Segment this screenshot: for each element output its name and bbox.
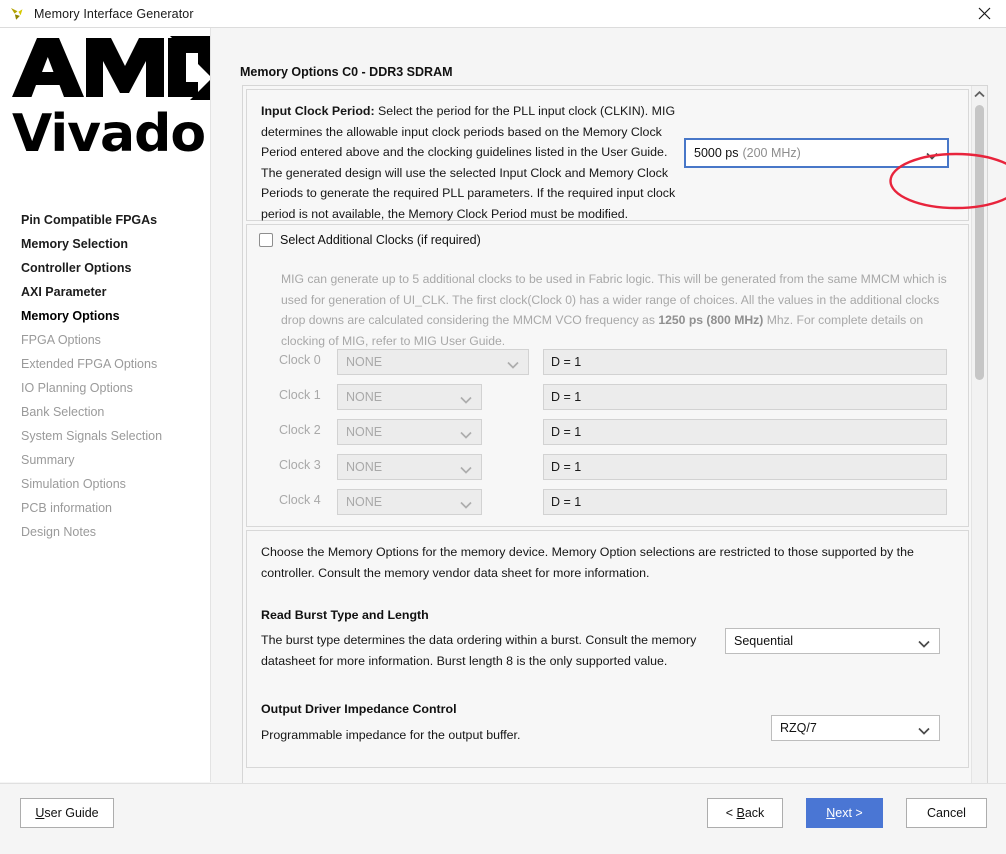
clock-3-dropdown: NONE <box>337 454 482 480</box>
clock-2-divider-field: D = 1 <box>543 419 947 445</box>
clock-4-label: Clock 4 <box>279 493 321 507</box>
sidebar-item-bank-selection: Bank Selection <box>21 405 105 419</box>
clock-0-value: NONE <box>346 355 383 369</box>
clock-1-dropdown: NONE <box>337 384 482 410</box>
read-burst-heading: Read Burst Type and Length <box>261 608 429 622</box>
clock-row-4: Clock 4 NONE D = 1 <box>247 489 968 515</box>
memory-options-intro: Choose the Memory Options for the memory… <box>261 545 914 580</box>
read-burst-type-value: Sequential <box>734 634 794 648</box>
sidebar-item-extended-fpga-options: Extended FPGA Options <box>21 357 158 371</box>
output-driver-impedance-value: RZQ/7 <box>780 721 817 735</box>
input-clock-period-dropdown[interactable]: 5000 ps (200 MHz) <box>684 138 949 168</box>
options-scroll-pane: Input Clock Period: Select the period fo… <box>242 85 988 798</box>
additional-clocks-group: Select Additional Clocks (if required) M… <box>246 224 969 527</box>
back-button[interactable]: < Back <box>707 798 783 828</box>
clock-3-label: Clock 3 <box>279 458 321 472</box>
sidebar-item-io-planning-options: IO Planning Options <box>21 381 133 395</box>
memory-options-group: Choose the Memory Options for the memory… <box>246 530 969 768</box>
clock-3-divider-field: D = 1 <box>543 454 947 480</box>
options-panel-column: Input Clock Period: Select the period fo… <box>243 86 972 768</box>
cancel-button-label: Cancel <box>927 806 966 820</box>
clock-1-label: Clock 1 <box>279 388 321 402</box>
chevron-down-icon <box>460 428 472 439</box>
cancel-button[interactable]: Cancel <box>906 798 987 828</box>
clock-2-value: NONE <box>346 425 383 439</box>
vivado-wordmark: Vivado <box>12 104 206 152</box>
sidebar-item-memory-selection[interactable]: Memory Selection <box>0 232 210 256</box>
back-button-label: < Back <box>725 806 765 820</box>
clock-3-value: NONE <box>346 460 383 474</box>
select-additional-clocks-row[interactable]: Select Additional Clocks (if required) <box>259 233 481 247</box>
sidebar: Vivado Pin Compatible FPGAs Memory Selec… <box>0 28 211 782</box>
clock-4-divider-field: D = 1 <box>543 489 947 515</box>
clock-2-dropdown: NONE <box>337 419 482 445</box>
scrollbar-thumb[interactable] <box>975 105 984 380</box>
chevron-down-icon <box>918 724 930 735</box>
dialog-footer: User Guide < Back Next > Cancel <box>0 783 1006 854</box>
vertical-scrollbar[interactable] <box>971 86 987 797</box>
additional-clocks-description: MIG can generate up to 5 additional cloc… <box>281 269 956 351</box>
window-title-bar: Memory Interface Generator <box>0 0 1006 28</box>
sidebar-item-controller-options[interactable]: Controller Options <box>0 256 210 280</box>
read-burst-description: The burst type determines the data order… <box>261 633 697 668</box>
clock-row-3: Clock 3 NONE D = 1 <box>247 454 968 480</box>
amd-vivado-logo: Vivado <box>12 36 210 152</box>
clock-row-1: Clock 1 NONE D = 1 <box>247 384 968 410</box>
sidebar-item-simulation-options: Simulation Options <box>21 477 126 491</box>
sidebar-item-pin-compatible-fpgas[interactable]: Pin Compatible FPGAs <box>0 208 210 232</box>
chevron-down-icon <box>918 637 930 648</box>
sidebar-item-memory-options[interactable]: Memory Options <box>0 304 210 328</box>
input-clock-period-value: 5000 ps <box>694 146 739 160</box>
window-title: Memory Interface Generator <box>34 6 194 21</box>
read-burst-type-dropdown[interactable]: Sequential <box>725 628 940 654</box>
input-clock-period-body: Select the period for the PLL input cloc… <box>261 104 676 221</box>
clock-1-divider-field: D = 1 <box>543 384 947 410</box>
clock-row-0: Clock 0 NONE D = 1 <box>247 349 968 375</box>
sidebar-item-summary: Summary <box>21 453 75 467</box>
next-button-label: Next > <box>826 806 863 820</box>
chevron-down-icon <box>460 463 472 474</box>
sidebar-item-system-signals-selection: System Signals Selection <box>21 429 163 443</box>
vivado-logo-icon <box>8 5 26 23</box>
sidebar-item-fpga-options: FPGA Options <box>21 333 101 347</box>
clock-1-value: NONE <box>346 390 383 404</box>
chevron-down-icon <box>507 358 519 369</box>
input-clock-period-frequency: (200 MHz) <box>742 146 801 160</box>
sidebar-item-pcb-information: PCB information <box>21 501 113 515</box>
clock-0-label: Clock 0 <box>279 353 321 367</box>
clock-2-label: Clock 2 <box>279 423 321 437</box>
user-guide-button-label: User Guide <box>35 806 99 820</box>
input-clock-period-group: Input Clock Period: Select the period fo… <box>246 89 969 221</box>
sidebar-item-design-notes: Design Notes <box>21 525 97 539</box>
user-guide-button[interactable]: User Guide <box>20 798 114 828</box>
input-clock-period-label: Input Clock Period: <box>261 104 375 118</box>
next-button[interactable]: Next > <box>806 798 883 828</box>
output-driver-heading: Output Driver Impedance Control <box>261 702 457 716</box>
clock-0-dropdown: NONE <box>337 349 529 375</box>
main-content: Memory Options C0 - DDR3 SDRAM Input Clo… <box>212 28 1006 798</box>
sidebar-item-axi-parameter[interactable]: AXI Parameter <box>0 280 210 304</box>
clock-4-value: NONE <box>346 495 383 509</box>
amd-logo-icon <box>12 36 210 100</box>
select-additional-clocks-checkbox[interactable] <box>259 233 273 247</box>
page-title: Memory Options C0 - DDR3 SDRAM <box>240 65 453 79</box>
clock-0-divider-field: D = 1 <box>543 349 947 375</box>
output-driver-impedance-dropdown[interactable]: RZQ/7 <box>771 715 940 741</box>
scroll-up-button[interactable] <box>972 86 987 102</box>
chevron-down-icon <box>460 498 472 509</box>
clock-row-2: Clock 2 NONE D = 1 <box>247 419 968 445</box>
chevron-down-icon <box>926 149 938 160</box>
output-driver-description: Programmable impedance for the output bu… <box>261 728 521 742</box>
close-icon[interactable] <box>962 0 1006 27</box>
input-clock-period-description: Input Clock Period: Select the period fo… <box>261 101 691 224</box>
clock-4-dropdown: NONE <box>337 489 482 515</box>
select-additional-clocks-label: Select Additional Clocks (if required) <box>280 233 481 247</box>
sidebar-nav: Pin Compatible FPGAs Memory Selection Co… <box>0 208 210 544</box>
chevron-down-icon <box>460 393 472 404</box>
mmcm-vco-frequency: 1250 ps (800 MHz) <box>658 313 764 327</box>
